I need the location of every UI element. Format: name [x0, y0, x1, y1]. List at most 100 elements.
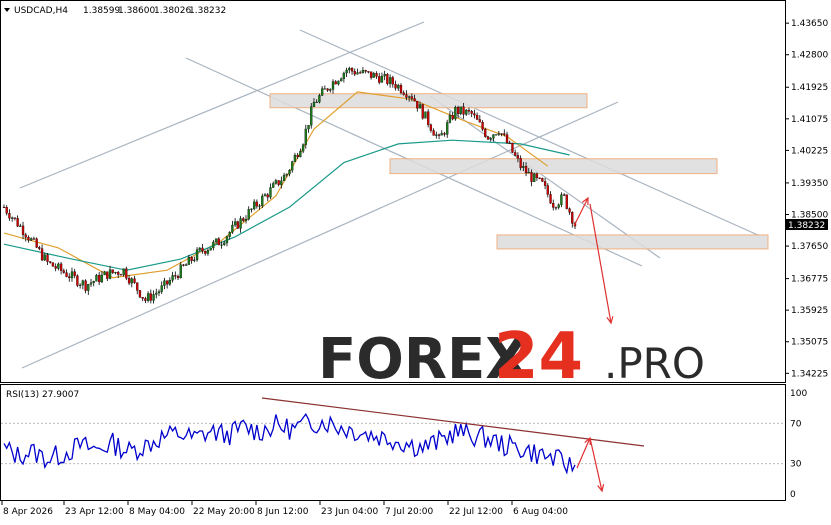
- candle-body: [111, 269, 114, 273]
- candle-body: [350, 68, 354, 72]
- candle-body: [190, 256, 193, 261]
- candle-body: [416, 100, 419, 109]
- candle-body: [146, 293, 150, 301]
- candle-body: [554, 207, 558, 209]
- header-open: 1.38599: [83, 6, 120, 16]
- candle-body: [168, 280, 172, 285]
- candle-body: [318, 95, 321, 103]
- candle-body: [503, 133, 506, 135]
- rsi-axis-label: 100: [790, 389, 807, 399]
- candle-body: [138, 290, 142, 298]
- candle-body: [519, 158, 522, 168]
- candle-body: [133, 278, 136, 283]
- candle-body: [565, 194, 568, 209]
- candle-body: [76, 275, 79, 286]
- candle-body: [345, 69, 348, 74]
- candle-body: [475, 114, 479, 120]
- candle-body: [8, 213, 11, 219]
- candle-body: [334, 81, 337, 85]
- rsi-axis-label: 70: [790, 419, 802, 429]
- candle-body: [486, 136, 490, 140]
- candle-body: [239, 218, 242, 229]
- candle-body: [212, 241, 215, 249]
- candle-body: [535, 173, 539, 179]
- candle-body: [383, 74, 386, 77]
- candle-body: [266, 194, 269, 198]
- candle-body: [220, 244, 223, 246]
- candle-body: [405, 94, 408, 98]
- candle-body: [418, 104, 422, 109]
- candle-body: [78, 284, 82, 286]
- candle-body: [285, 173, 288, 176]
- time-axis-label: 6 Aug 04:00: [513, 507, 568, 517]
- candle-body: [424, 111, 427, 119]
- candle-body: [500, 133, 503, 135]
- candle-body: [244, 219, 248, 221]
- candle-body: [571, 212, 574, 224]
- price-axis-label: 1.36775: [791, 275, 828, 285]
- candle-body: [155, 292, 158, 295]
- time-axis-label: 8 May 04:00: [129, 507, 185, 517]
- candle-body: [467, 109, 471, 112]
- candle-body: [223, 242, 226, 245]
- candle-body: [560, 194, 563, 205]
- candle-body: [505, 134, 509, 144]
- candle-body: [478, 119, 481, 123]
- candle-body: [225, 236, 229, 244]
- candle-body: [255, 201, 259, 207]
- candle-body: [206, 250, 210, 254]
- candle-body: [204, 251, 207, 254]
- candle-body: [233, 221, 237, 226]
- candle-body: [38, 247, 41, 249]
- candle-body: [331, 81, 335, 90]
- candle-body: [272, 183, 275, 188]
- candle-body: [492, 134, 495, 139]
- candle-body: [307, 125, 310, 130]
- candle-body: [201, 247, 204, 252]
- candle-body: [437, 134, 441, 136]
- candle-body: [435, 134, 438, 136]
- candle-body: [516, 155, 520, 159]
- candle-body: [557, 204, 560, 208]
- time-axis-label: 22 Jul 12:00: [449, 507, 503, 517]
- rsi-title: RSI(13) 27.9007: [6, 390, 79, 400]
- chart-canvas: FOREX 24 .PRO 1.436501.428001.419251.410…: [0, 0, 828, 517]
- candle-body: [514, 152, 517, 156]
- candle-body: [546, 185, 549, 195]
- candle-body: [494, 134, 498, 136]
- candle-body: [484, 129, 487, 137]
- candle-body: [163, 280, 166, 286]
- price-axis-label: 1.39350: [791, 179, 828, 189]
- candle-body: [5, 207, 8, 214]
- candle-body: [236, 221, 239, 229]
- candle-body: [2, 206, 6, 209]
- candle-body: [122, 268, 125, 276]
- candle-body: [171, 275, 174, 281]
- candle-body: [288, 170, 291, 175]
- candle-body: [214, 238, 218, 243]
- candle-body: [470, 111, 473, 114]
- candle-body: [57, 263, 60, 269]
- candle-body: [62, 270, 65, 273]
- sr-zone: [389, 158, 718, 175]
- current-price-label: 1.38232: [788, 221, 825, 231]
- candle-body: [144, 298, 147, 301]
- price-axis-label: 1.37650: [791, 242, 828, 252]
- candle-body: [293, 154, 297, 162]
- candle-body: [193, 259, 196, 261]
- candle-body: [323, 88, 326, 90]
- candle-body: [59, 263, 63, 271]
- time-axis-label: 8 Apr 2026: [3, 507, 53, 517]
- candle-body: [508, 142, 511, 144]
- candle-body: [92, 281, 95, 283]
- candle-body: [195, 249, 199, 261]
- candle-body: [11, 217, 14, 219]
- candle-body: [160, 285, 163, 292]
- candle-body: [127, 278, 131, 284]
- forex-chart: FOREX 24 .PRO 1.43650 1.42800 1.41925 1.410…: [0, 0, 831, 521]
- candle-body: [21, 225, 25, 235]
- candle-body: [114, 272, 117, 274]
- candle-body: [228, 232, 231, 237]
- candle-body: [538, 177, 541, 179]
- watermark-pro: .PRO: [604, 339, 705, 388]
